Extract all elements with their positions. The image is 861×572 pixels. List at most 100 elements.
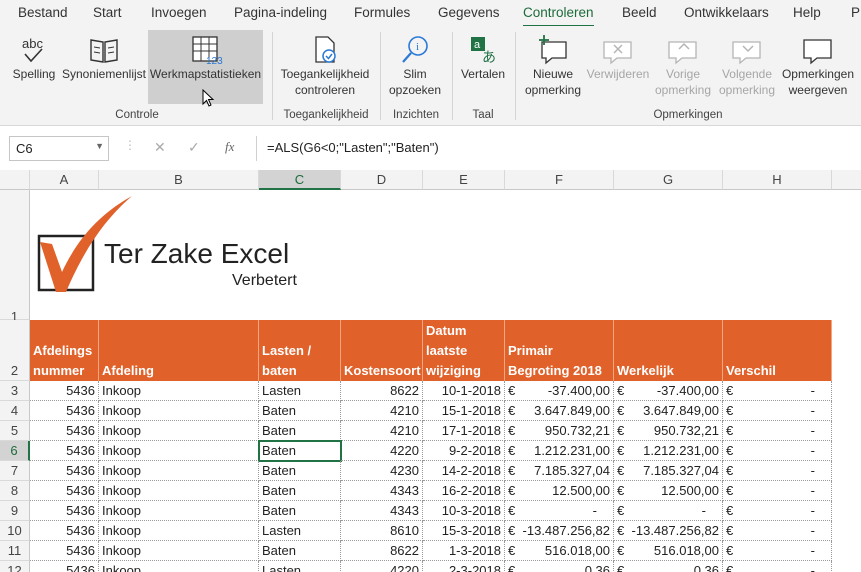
column-header-e[interactable]: E	[423, 170, 505, 190]
column-header-c[interactable]: C	[259, 170, 341, 190]
cell-lasten-baten[interactable]: Baten	[259, 541, 341, 561]
cell-afdeling[interactable]: Inkoop	[99, 401, 259, 421]
row-header[interactable]: 1	[0, 190, 30, 324]
volgende-opmerking-button[interactable]: Volgende opmerking	[715, 34, 779, 98]
tab-beeld[interactable]: Beeld	[622, 5, 657, 20]
cell-kostensoort[interactable]: 4343	[341, 481, 423, 501]
header-cell-afdelingsnummer[interactable]: Afdelings nummer	[30, 320, 99, 381]
cell-datum[interactable]: 15-1-2018	[423, 401, 505, 421]
row-header[interactable]: 5	[0, 421, 30, 441]
cell-verschil[interactable]: € -	[723, 561, 832, 572]
cell-werkelijk[interactable]: €0,36	[614, 561, 723, 572]
cell-lasten-baten[interactable]: Baten	[258, 440, 342, 462]
cell-datum[interactable]: 10-3-2018	[423, 501, 505, 521]
cell-kostensoort[interactable]: 8622	[341, 381, 423, 401]
cell-afdelingsnummer[interactable]: 5436	[30, 561, 99, 572]
cell-kostensoort[interactable]: 8610	[341, 521, 423, 541]
cell-werkelijk[interactable]: € -	[614, 501, 723, 521]
slim-opzoeken-button[interactable]: i Slim opzoeken	[386, 34, 444, 98]
row-header[interactable]: 8	[0, 481, 30, 501]
cell-datum[interactable]: 17-1-2018	[423, 421, 505, 441]
cell-werkelijk[interactable]: € -13.487.256,82	[614, 521, 723, 541]
cell-begroting[interactable]: € -13.487.256,82	[505, 521, 614, 541]
select-all-corner[interactable]	[0, 170, 30, 190]
cell-werkelijk[interactable]: € -37.400,00	[614, 381, 723, 401]
row-header[interactable]: 3	[0, 381, 30, 401]
cell-lasten-baten[interactable]: Baten	[259, 461, 341, 481]
cell-afdeling[interactable]: Inkoop	[99, 481, 259, 501]
cell-afdeling[interactable]: Inkoop	[99, 521, 259, 541]
cell-lasten-baten[interactable]: Lasten	[259, 521, 341, 541]
cell-datum[interactable]: 16-2-2018	[423, 481, 505, 501]
cell-werkelijk[interactable]: €516.018,00	[614, 541, 723, 561]
cell-lasten-baten[interactable]: Lasten	[259, 561, 341, 572]
cell-werkelijk[interactable]: €3.647.849,00	[614, 401, 723, 421]
cell-afdeling[interactable]: Inkoop	[99, 441, 259, 461]
cell-begroting[interactable]: €950.732,21	[505, 421, 614, 441]
vertalen-button[interactable]: a あ Vertalen	[456, 34, 510, 82]
row-header[interactable]: 4	[0, 401, 30, 421]
tab-invoegen[interactable]: Invoegen	[151, 5, 207, 20]
tab-pagina-indeling[interactable]: Pagina-indeling	[234, 5, 327, 20]
cell-afdeling[interactable]: Inkoop	[99, 501, 259, 521]
cell-kostensoort[interactable]: 4210	[341, 421, 423, 441]
cell-begroting[interactable]: €12.500,00	[505, 481, 614, 501]
column-header-a[interactable]: A	[30, 170, 99, 190]
cell-verschil[interactable]: € -	[723, 481, 832, 501]
row-header[interactable]: 6	[0, 441, 30, 461]
insert-function-icon[interactable]: fx	[225, 139, 234, 155]
row-header[interactable]: 2	[0, 320, 30, 381]
cell-afdeling[interactable]: Inkoop	[99, 541, 259, 561]
cell-verschil[interactable]: € -	[723, 461, 832, 481]
cell-begroting[interactable]: €1.212.231,00	[505, 441, 614, 461]
column-header-g[interactable]: G	[614, 170, 723, 190]
column-header-f[interactable]: F	[505, 170, 614, 190]
cell-begroting[interactable]: €7.185.327,04	[505, 461, 614, 481]
spelling-button[interactable]: abc Spelling	[10, 34, 58, 82]
cell-afdelingsnummer[interactable]: 5436	[30, 501, 99, 521]
cell-lasten-baten[interactable]: Baten	[259, 481, 341, 501]
cell-kostensoort[interactable]: 4210	[341, 401, 423, 421]
cell-afdelingsnummer[interactable]: 5436	[30, 461, 99, 481]
cell-lasten-baten[interactable]: Baten	[259, 401, 341, 421]
cell-verschil[interactable]: € -	[723, 521, 832, 541]
cell-begroting[interactable]: €516.018,00	[505, 541, 614, 561]
tab-formules[interactable]: Formules	[354, 5, 410, 20]
tab-gegevens[interactable]: Gegevens	[438, 5, 500, 20]
column-header-b[interactable]: B	[99, 170, 259, 190]
cell-verschil[interactable]: € -	[723, 421, 832, 441]
cell-verschil[interactable]: € -	[723, 541, 832, 561]
cell-kostensoort[interactable]: 4220	[341, 441, 423, 461]
header-cell-werkelijk[interactable]: Werkelijk	[614, 320, 723, 381]
cell-werkelijk[interactable]: €7.185.327,04	[614, 461, 723, 481]
toegankelijkheid-button[interactable]: Toegankelijkheid controleren	[277, 34, 373, 98]
chevron-down-icon[interactable]: ▼	[95, 141, 104, 151]
header-cell-begroting[interactable]: Primair Begroting 2018	[505, 320, 614, 381]
cell-afdelingsnummer[interactable]: 5436	[30, 521, 99, 541]
cancel-icon[interactable]: ✕	[154, 139, 166, 156]
cell-afdelingsnummer[interactable]: 5436	[30, 401, 99, 421]
cell-lasten-baten[interactable]: Baten	[259, 421, 341, 441]
row-header[interactable]: 11	[0, 541, 30, 561]
header-cell-datum[interactable]: Datum laatste wijziging	[423, 320, 505, 381]
cell-lasten-baten[interactable]: Lasten	[259, 381, 341, 401]
cell-verschil[interactable]: € -	[723, 501, 832, 521]
cell-afdelingsnummer[interactable]: 5436	[30, 481, 99, 501]
cell-kostensoort[interactable]: 8622	[341, 541, 423, 561]
cell-werkelijk[interactable]: €12.500,00	[614, 481, 723, 501]
cell-afdelingsnummer[interactable]: 5436	[30, 421, 99, 441]
cell-datum[interactable]: 1-3-2018	[423, 541, 505, 561]
cell-datum[interactable]: 15-3-2018	[423, 521, 505, 541]
cell-kostensoort[interactable]: 4230	[341, 461, 423, 481]
enter-icon[interactable]: ✓	[188, 139, 200, 156]
header-cell-afdeling[interactable]: Afdeling	[99, 320, 259, 381]
cell-datum[interactable]: 9-2-2018	[423, 441, 505, 461]
column-header-d[interactable]: D	[341, 170, 423, 190]
cell-datum[interactable]: 14-2-2018	[423, 461, 505, 481]
column-header-h[interactable]: H	[723, 170, 832, 190]
cell-begroting[interactable]: €0,36	[505, 561, 614, 572]
row-header[interactable]: 10	[0, 521, 30, 541]
cell-afdeling[interactable]: Inkoop	[99, 381, 259, 401]
cell-werkelijk[interactable]: €950.732,21	[614, 421, 723, 441]
tab-overflow[interactable]: P	[851, 5, 860, 20]
